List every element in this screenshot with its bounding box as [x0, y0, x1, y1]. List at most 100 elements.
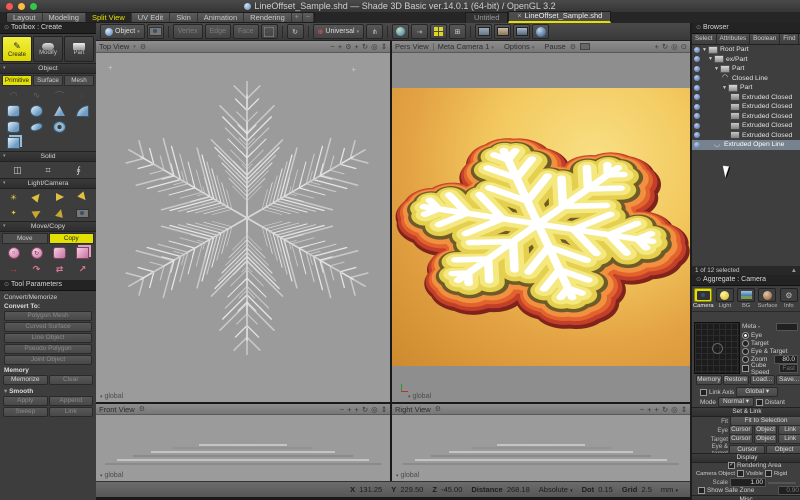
- tree-item-label[interactable]: Closed Line: [732, 75, 768, 82]
- pause-button[interactable]: Pause: [544, 42, 565, 51]
- viewport-top[interactable]: Top View ▾ ⚙ − + ⚙ + ↻ ◎ ⇕ + +: [96, 41, 390, 402]
- circle-tool-icon[interactable]: ◌: [71, 88, 94, 102]
- face-mode-button[interactable]: Face: [233, 24, 259, 39]
- aggregate-tab-info[interactable]: ⚙ Info: [779, 288, 799, 309]
- workspace-remove-button[interactable]: −: [303, 13, 314, 22]
- sweep-helix-tool-icon[interactable]: ∮: [63, 163, 94, 177]
- doc-tab-active[interactable]: ×LineOffset_Sample.shd: [508, 11, 611, 23]
- visibility-toggle[interactable]: [694, 113, 700, 119]
- tab-modeling[interactable]: Modeling: [43, 13, 86, 22]
- convert-joint-object-button[interactable]: Joint Object: [4, 355, 92, 365]
- area-light-tool-icon[interactable]: ✦: [2, 206, 25, 220]
- modify-mode-button[interactable]: Modify: [33, 36, 63, 62]
- save-button[interactable]: Save...: [776, 375, 800, 385]
- orbit-icon[interactable]: ↻: [662, 42, 668, 51]
- solid-box-tool-icon[interactable]: ◫: [2, 163, 33, 177]
- close-tab-icon[interactable]: ×: [517, 13, 521, 20]
- gear-icon[interactable]: ⚙: [570, 43, 576, 51]
- ambient-light-tool-icon[interactable]: [71, 190, 94, 204]
- zoom-out-button[interactable]: −: [640, 405, 644, 414]
- aggregate-tab-camera[interactable]: Camera: [693, 288, 714, 309]
- tree-item-label[interactable]: Extruded Closed: [742, 122, 792, 129]
- array-copy-tool-icon[interactable]: [71, 246, 94, 260]
- texture-display-button[interactable]: [513, 24, 530, 39]
- options-dropdown[interactable]: Options ▾: [504, 42, 534, 51]
- sphere-tool-icon[interactable]: [25, 104, 48, 118]
- clear-button[interactable]: Clear: [49, 375, 94, 385]
- part-mode-button[interactable]: Part: [64, 36, 94, 62]
- disc-tool-icon[interactable]: [25, 120, 48, 134]
- dolly-icon[interactable]: ⇕: [381, 405, 387, 414]
- aggregate-tab-bg[interactable]: BG: [736, 288, 756, 309]
- orbit-icon[interactable]: ↻: [362, 405, 368, 414]
- coordinate-space-label[interactable]: ▾ global: [408, 393, 431, 400]
- move-copy-section-header[interactable]: ▾Move/Copy: [0, 221, 96, 232]
- safe-zone-field[interactable]: 0.90: [778, 486, 800, 495]
- rounded-box-tool-icon[interactable]: [2, 104, 25, 118]
- scale-tool-icon[interactable]: ○: [2, 246, 25, 260]
- smooth-sweep-button[interactable]: Sweep: [3, 407, 48, 417]
- monitor-icon[interactable]: [580, 43, 590, 50]
- mirror-tool-icon[interactable]: ↷: [25, 262, 48, 276]
- dolly-icon[interactable]: ⊙: [681, 42, 687, 51]
- smooth-apply-button[interactable]: Apply: [3, 396, 48, 406]
- tree-item-label[interactable]: Part: [740, 84, 752, 91]
- cone-tool-icon[interactable]: [48, 104, 71, 118]
- meta-field[interactable]: [776, 323, 798, 331]
- memorize-button[interactable]: Memorize: [3, 375, 48, 385]
- target-radio[interactable]: [742, 340, 749, 347]
- aggregate-tab-surface[interactable]: Surface: [757, 288, 777, 309]
- coordinate-space-label[interactable]: ▾ global: [100, 393, 123, 400]
- zoom-in-button[interactable]: +: [347, 405, 351, 414]
- eye-target-radio[interactable]: [742, 348, 749, 355]
- absolute-dropdown[interactable]: Absolute ▾: [539, 485, 573, 494]
- zoom-icon[interactable]: ◎: [671, 42, 678, 51]
- restore-dropdown-button[interactable]: Restore: [723, 375, 749, 385]
- tab-rendering[interactable]: Rendering: [244, 13, 292, 22]
- universal-manipulator-button[interactable]: ⊕Universal▾: [313, 24, 365, 39]
- view-camera-icon[interactable]: ⚙: [345, 43, 351, 51]
- doc-tab-untitled[interactable]: Untitled: [465, 12, 508, 23]
- object-mode-button[interactable]: Object▾: [100, 24, 145, 39]
- light-camera-section-header[interactable]: ▾Light/Camera: [0, 178, 96, 189]
- torus-tool-icon[interactable]: [48, 120, 71, 134]
- rigid-checkbox[interactable]: [765, 470, 772, 477]
- tab-layout[interactable]: Layout: [7, 13, 43, 22]
- visibility-toggle[interactable]: [694, 123, 700, 129]
- browser-tab-attributes[interactable]: Attributes ▾: [717, 34, 751, 44]
- wireframe-display-button[interactable]: [475, 24, 492, 39]
- toolbox-header[interactable]: ⊙Toolbox : Create: [0, 23, 96, 34]
- hemisphere-tool-icon[interactable]: [71, 104, 94, 118]
- aggregate-header[interactable]: ⊙Aggregate : Camera: [692, 275, 800, 286]
- camera-select-dropdown[interactable]: Meta Camera 1 ▾: [438, 42, 494, 51]
- visibility-toggle[interactable]: [694, 132, 700, 138]
- expand-arrow[interactable]: ▼: [722, 85, 727, 91]
- solid-section-header[interactable]: ▾Solid: [0, 151, 96, 162]
- memory-dropdown-button[interactable]: Memory: [696, 375, 722, 385]
- visibility-toggle[interactable]: [694, 47, 700, 53]
- linear-light-tool-icon[interactable]: [25, 206, 48, 220]
- dolly-icon[interactable]: ⇕: [381, 42, 387, 51]
- extrude-tool-icon[interactable]: ⌗: [33, 163, 64, 177]
- tab-animation[interactable]: Animation: [198, 13, 244, 22]
- scale-field-2[interactable]: [768, 482, 796, 484]
- camera-tool-icon[interactable]: [71, 206, 94, 220]
- pan-icon[interactable]: +: [654, 42, 658, 51]
- grid-view-button[interactable]: ⊞: [449, 24, 466, 39]
- convert-pseudo-polygon-button[interactable]: Pseudo Polygon: [4, 344, 92, 354]
- vertex-mode-button[interactable]: Vertex: [173, 24, 203, 39]
- camera-mode-button[interactable]: [147, 24, 164, 39]
- tree-item-label[interactable]: Root Part: [720, 46, 749, 53]
- translate-tool-icon[interactable]: →: [2, 262, 25, 276]
- world-icon[interactable]: [392, 24, 409, 39]
- tree-item-label[interactable]: Extruded Closed: [742, 94, 792, 101]
- tree-item-label[interactable]: ex/Part: [726, 56, 748, 63]
- zoom-out-button[interactable]: −: [330, 42, 334, 51]
- pan-icon[interactable]: +: [354, 42, 358, 51]
- expand-arrow[interactable]: ▼: [714, 66, 719, 72]
- open-line-tool-icon[interactable]: ∿: [25, 88, 48, 102]
- visibility-toggle[interactable]: [694, 94, 700, 100]
- viewport-front[interactable]: Front View ⚙ − + + ↻ ◎ ⇕ ▾ global: [96, 404, 390, 481]
- gear-icon[interactable]: ⚙: [140, 43, 146, 51]
- copy-button[interactable]: Copy: [49, 233, 95, 244]
